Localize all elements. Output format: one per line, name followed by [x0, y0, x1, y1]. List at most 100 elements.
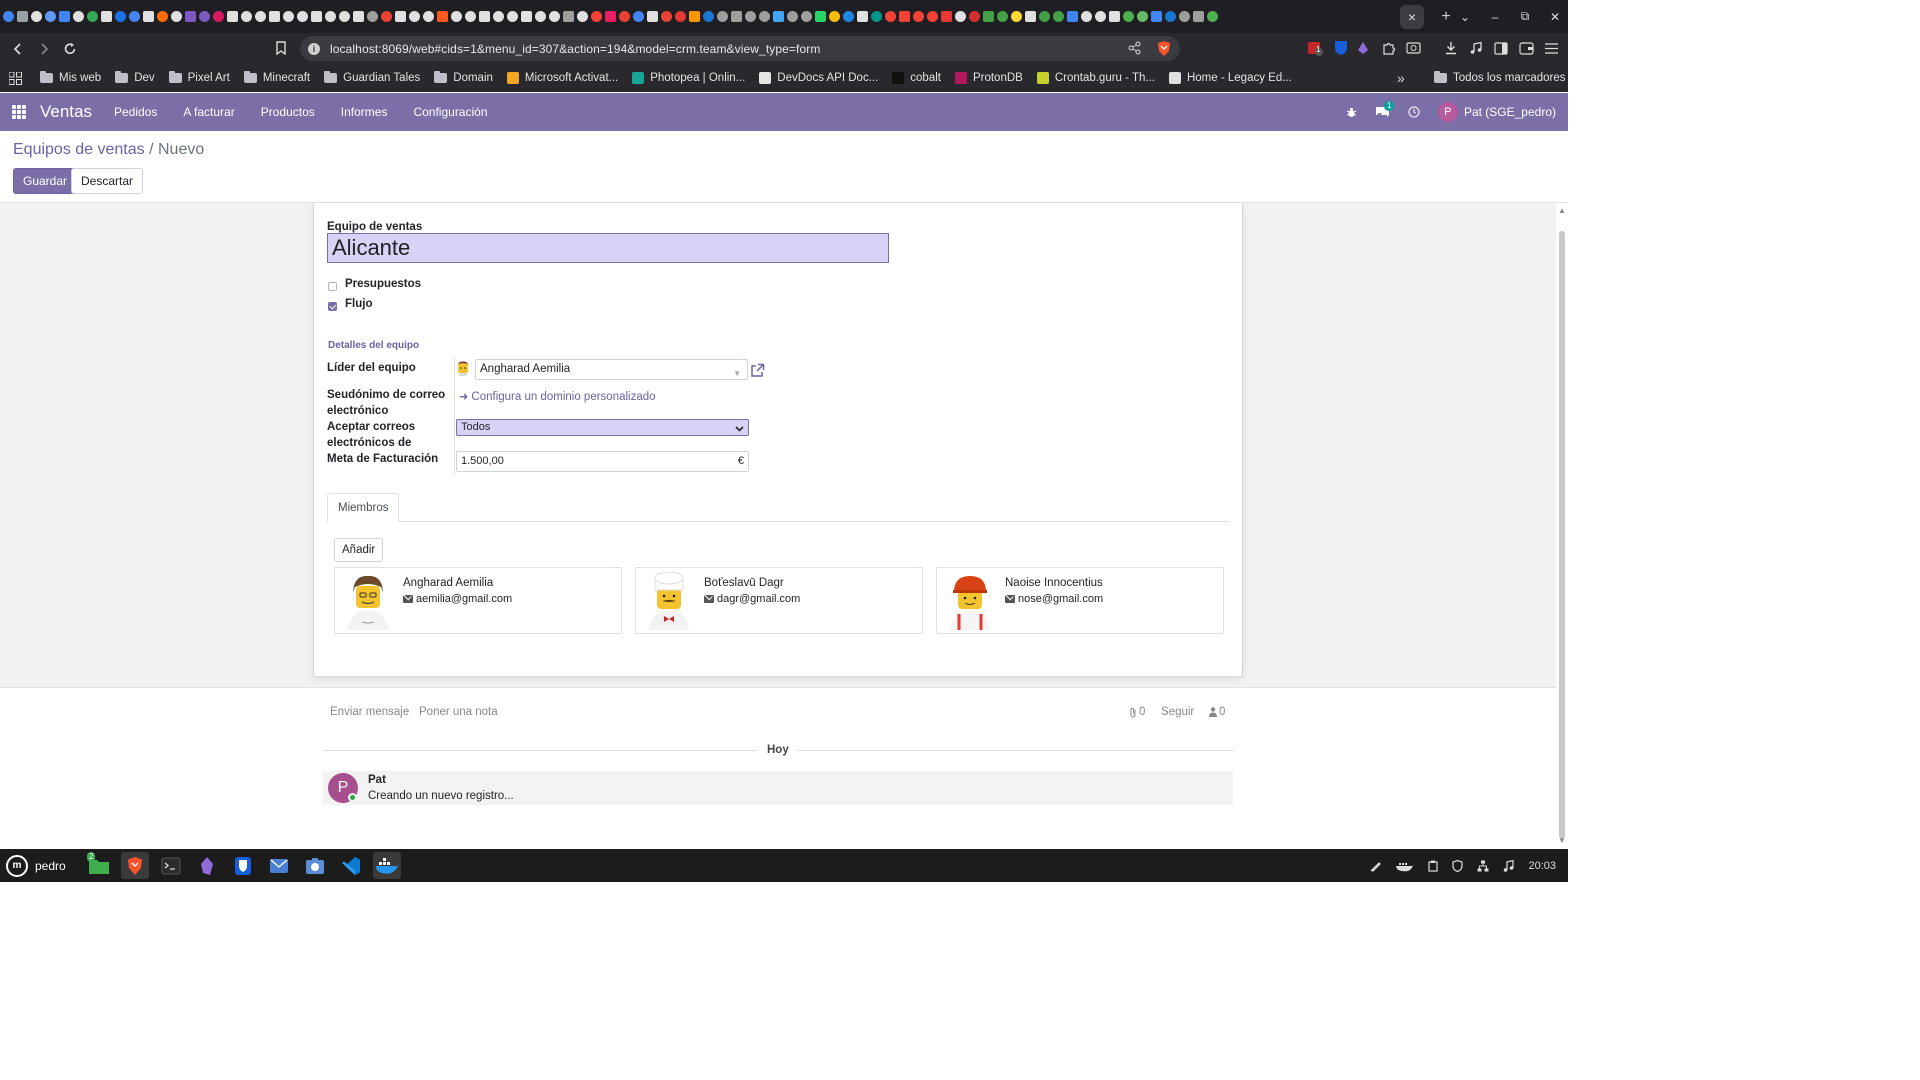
tab-favicon-icon[interactable]: [1081, 11, 1092, 22]
screenshot-icon[interactable]: [1405, 40, 1421, 56]
clipboard-icon[interactable]: [1428, 860, 1439, 872]
tab-favicon-icon[interactable]: [1039, 11, 1050, 22]
menu-pedidos[interactable]: Pedidos: [114, 105, 157, 119]
tab-favicon-icon[interactable]: [1207, 11, 1218, 22]
back-icon[interactable]: [6, 37, 30, 61]
tab-favicon-icon[interactable]: [213, 11, 224, 22]
tab-favicon-icon[interactable]: [31, 11, 42, 22]
tab-favicon-icon[interactable]: [17, 11, 28, 22]
pen-icon[interactable]: [1370, 860, 1382, 872]
tab-favicon-icon[interactable]: [3, 11, 14, 22]
tab-favicon-icon[interactable]: [465, 11, 476, 22]
pipeline-label[interactable]: Flujo: [345, 298, 372, 310]
tab-favicon-icon[interactable]: [1137, 11, 1148, 22]
bookmark-item[interactable]: ProtonDB: [954, 72, 1023, 84]
site-info-icon[interactable]: i: [308, 42, 320, 55]
tab-favicon-icon[interactable]: [45, 11, 56, 22]
scroll-up-icon[interactable]: ▲: [1558, 206, 1566, 215]
bookmark-label[interactable]: ProtonDB: [973, 72, 1023, 84]
member-avatar[interactable]: [944, 572, 996, 630]
bookmark-label[interactable]: Photopea | Onlin...: [650, 72, 745, 84]
tab-favicon-icon[interactable]: [997, 11, 1008, 22]
shield-tray-icon[interactable]: [1452, 859, 1464, 872]
tab-favicon-icon[interactable]: [1151, 11, 1162, 22]
bookmark-item[interactable]: Dev: [115, 71, 155, 84]
member-card[interactable]: Naoise Innocentius nose@gmail.com: [936, 567, 1224, 634]
tab-favicon-icon[interactable]: [297, 11, 308, 22]
tab-favicon-icon[interactable]: [605, 11, 616, 22]
tab-favicon-icon[interactable]: [311, 11, 322, 22]
bookmark-label[interactable]: Microsoft Activat...: [525, 72, 618, 84]
tab-members[interactable]: Miembros: [327, 493, 400, 522]
purple-extension-icon[interactable]: [1355, 40, 1371, 56]
member-name[interactable]: Angharad Aemilia: [403, 577, 493, 589]
app-name[interactable]: Ventas: [40, 102, 92, 122]
start-menu[interactable]: m pedro: [6, 854, 66, 877]
tab-favicon-icon[interactable]: [143, 11, 154, 22]
tab-favicon-icon[interactable]: [227, 11, 238, 22]
taskbar-user[interactable]: pedro: [35, 859, 66, 873]
bitwarden-app[interactable]: [229, 852, 257, 879]
member-card[interactable]: Angharad Aemilia aemilia@gmail.com: [334, 567, 622, 634]
page-scrollbar[interactable]: ▲ ▼: [1556, 203, 1568, 848]
quotations-checkbox[interactable]: [328, 282, 337, 291]
chevron-down-icon[interactable]: ⌄: [1458, 10, 1472, 24]
tab-favicon-icon[interactable]: [815, 11, 826, 22]
tab-favicon-icon[interactable]: [689, 11, 700, 22]
tab-favicon-icon[interactable]: [409, 11, 420, 22]
tab-favicon-icon[interactable]: [1109, 11, 1120, 22]
tab-favicon-icon[interactable]: [171, 11, 182, 22]
obsidian-app[interactable]: [193, 852, 221, 879]
tab-favicon-icon[interactable]: [1095, 11, 1106, 22]
tab-favicon-icon[interactable]: [535, 11, 546, 22]
apps-grid-icon[interactable]: [9, 71, 22, 85]
tab-favicon-icon[interactable]: [367, 11, 378, 22]
tab-favicon-icon[interactable]: [1123, 11, 1134, 22]
member-name[interactable]: Boťeslavū Dagr: [704, 577, 784, 589]
tab-favicon-icon[interactable]: [549, 11, 560, 22]
bookmark-item[interactable]: Photopea | Onlin...: [632, 72, 745, 84]
tab-favicon-icon[interactable]: [871, 11, 882, 22]
tab-favicon-icon[interactable]: [801, 11, 812, 22]
bookmark-label[interactable]: Mis web: [59, 72, 101, 84]
tab-favicon-icon[interactable]: [521, 11, 532, 22]
tab-favicon-icon[interactable]: [983, 11, 994, 22]
menu-informes[interactable]: Informes: [341, 105, 388, 119]
follow-button[interactable]: Seguir: [1161, 706, 1194, 718]
brave-browser-app[interactable]: [121, 852, 149, 879]
plus-icon[interactable]: +: [1441, 8, 1450, 25]
puzzle-extensions-icon[interactable]: [1380, 40, 1396, 56]
linux-mint-logo-icon[interactable]: m: [6, 854, 28, 877]
pipeline-checkbox[interactable]: [328, 302, 337, 311]
tab-favicon-icon[interactable]: [941, 11, 952, 22]
reload-icon[interactable]: [58, 37, 82, 61]
tab-favicon-icon[interactable]: [437, 11, 448, 22]
message-author[interactable]: Pat: [368, 774, 386, 786]
bookmark-item[interactable]: Mis web: [40, 71, 101, 84]
external-link-icon[interactable]: [750, 363, 765, 378]
bitwarden-extension-icon[interactable]: [1333, 40, 1349, 56]
tab-favicon-icon[interactable]: [731, 11, 742, 22]
accept-emails-select[interactable]: Todos: [456, 419, 749, 436]
tab-favicon-icon[interactable]: [451, 11, 462, 22]
tab-favicon-icon[interactable]: [269, 11, 280, 22]
menu-a-facturar[interactable]: A facturar: [183, 105, 234, 119]
tab-favicon-icon[interactable]: [955, 11, 966, 22]
mail-app[interactable]: [265, 852, 293, 879]
tab-favicon-icon[interactable]: [563, 11, 574, 22]
tab-favicon-icon[interactable]: [381, 11, 392, 22]
tab-favicon-icon[interactable]: [745, 11, 756, 22]
chat-icon[interactable]: 1: [1375, 101, 1395, 118]
accept-emails-value[interactable]: Todos: [461, 421, 490, 433]
brave-shield-icon[interactable]: [1156, 40, 1172, 57]
member-email-text[interactable]: dagr@gmail.com: [717, 593, 800, 605]
bookmark-icon[interactable]: [273, 40, 289, 56]
bookmark-item[interactable]: Guardian Tales: [324, 71, 420, 84]
share-icon[interactable]: [1128, 41, 1142, 55]
member-email-text[interactable]: aemilia@gmail.com: [416, 593, 512, 605]
tab-favicon-icon[interactable]: [1067, 11, 1078, 22]
menu-productos[interactable]: Productos: [261, 105, 315, 119]
tab-favicon-icon[interactable]: [325, 11, 336, 22]
member-email[interactable]: aemilia@gmail.com: [403, 593, 512, 605]
user-name[interactable]: Pat (SGE_pedro): [1464, 105, 1556, 119]
